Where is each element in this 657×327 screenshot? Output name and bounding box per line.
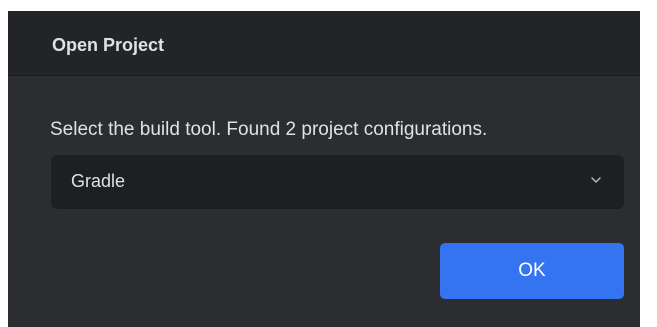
ok-button[interactable]: OK: [440, 243, 624, 299]
dialog-message: Select the build tool. Found 2 project c…: [50, 119, 488, 140]
dialog-title-bar[interactable]: Open Project: [8, 11, 640, 76]
ok-button-label: OK: [518, 260, 546, 281]
open-project-dialog: Open Project Select the build tool. Foun…: [8, 11, 640, 327]
build-tool-selected-value: Gradle: [71, 171, 126, 191]
dialog-title: Open Project: [52, 35, 165, 55]
build-tool-select[interactable]: Gradle: [51, 155, 624, 209]
chevron-down-icon: [591, 177, 601, 183]
